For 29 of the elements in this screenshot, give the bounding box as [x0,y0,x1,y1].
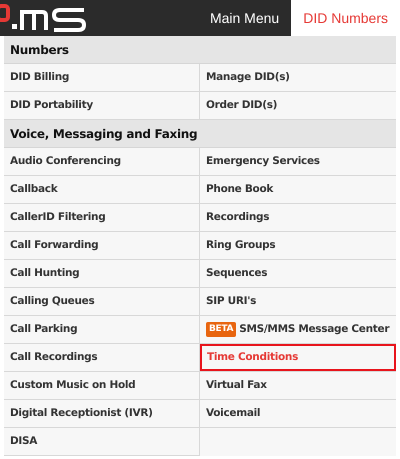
menu-link[interactable]: CallerID Filtering [4,204,199,231]
menu-link[interactable]: Call Forwarding [4,232,199,259]
menu-link[interactable]: Voicemail [200,400,396,427]
section-header: Numbers [4,36,396,64]
menu-link[interactable]: Audio Conferencing [4,148,199,175]
menu-link[interactable]: Call Parking [4,316,199,343]
menu-link[interactable]: DISA [4,428,199,455]
section-header: Voice, Messaging and Faxing [4,120,396,148]
menu-link[interactable]: Sequences [200,260,396,287]
menu-link[interactable]: Time Conditions [200,344,396,371]
menu-link[interactable]: SIP URI's [200,288,396,315]
menu-link[interactable]: DID Portability [4,92,199,119]
menu-link[interactable]: Virtual Fax [200,372,396,399]
menu-link[interactable]: Call Hunting [4,260,199,287]
menu-link[interactable]: BETA SMS/MMS Message Center [200,316,396,343]
menu-link[interactable]: Phone Book [200,176,396,203]
menu-link[interactable]: Calling Queues [4,288,199,315]
nav-tab[interactable]: Main Menu [198,0,292,36]
menu-link[interactable]: Custom Music on Hold [4,372,199,399]
menu-link[interactable]: Call Recordings [4,344,199,371]
menu-link[interactable]: Manage DID(s) [200,64,396,91]
beta-badge: BETA [206,322,236,338]
menu-link[interactable]: Order DID(s) [200,92,396,119]
menu-link[interactable]: Callback [4,176,199,203]
menu-link[interactable]: Recordings [200,204,396,231]
menu-link[interactable]: Emergency Services [200,148,396,175]
menu-link[interactable]: Ring Groups [200,232,396,259]
menu-link[interactable]: DID Billing [4,64,199,91]
menu-link[interactable]: Digital Receptionist (IVR) [4,400,199,427]
